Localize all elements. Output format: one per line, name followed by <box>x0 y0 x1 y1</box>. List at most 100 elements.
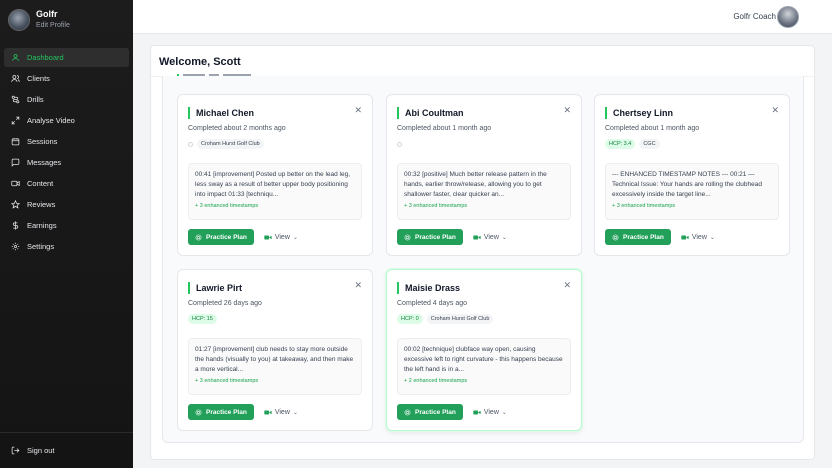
practice-plan-button[interactable]: Practice Plan <box>188 404 254 420</box>
client-name[interactable]: Maisie Drass <box>397 282 460 294</box>
message-icon <box>10 158 20 168</box>
analysis-card[interactable]: Abi Coultman ✕ Completed about 1 month a… <box>386 94 582 256</box>
brand[interactable]: Golfr Edit Profile <box>0 0 133 40</box>
view-label: View <box>274 408 290 416</box>
view-dropdown[interactable]: View ⌄ <box>473 234 507 241</box>
client-name[interactable]: Michael Chen <box>188 107 254 119</box>
view-dropdown[interactable]: View ⌄ <box>264 409 298 416</box>
close-icon[interactable]: ✕ <box>771 105 779 116</box>
target-icon <box>404 409 411 415</box>
client-name[interactable]: Lawrie Pirt <box>188 282 242 294</box>
sidebar-item-analyse-video[interactable]: Analyse Video <box>4 111 129 130</box>
enhanced-timestamps-link[interactable]: + 3 enhanced timestamps <box>404 203 564 209</box>
notes-box[interactable]: 00:32 [positive] Much better release pat… <box>397 163 571 220</box>
notes-text: 00:41 [improvement] Posted up better on … <box>195 171 351 198</box>
video-icon <box>264 410 272 414</box>
close-icon[interactable]: ✕ <box>563 280 571 291</box>
card-actions: Practice Plan View ⌄ <box>188 229 298 245</box>
sidebar-item-label: Dashboard <box>27 53 64 62</box>
card-actions: Practice Plan View ⌄ <box>605 229 715 245</box>
tags-row: HCP: 3.4 CGC <box>605 139 664 149</box>
completed-time: Completed 4 days ago <box>397 300 468 307</box>
completed-time: Completed about 1 month ago <box>397 125 492 132</box>
completed-time: Completed about 2 months ago <box>188 125 286 132</box>
club-badge: Croham Hurst Golf Club <box>197 139 264 149</box>
gear-icon <box>10 242 20 252</box>
view-dropdown[interactable]: View ⌄ <box>264 234 298 241</box>
notes-box[interactable]: 00:02 [technique] clubface way open, cau… <box>397 338 571 395</box>
sidebar-item-label: Reviews <box>27 200 56 209</box>
practice-plan-button[interactable]: Practice Plan <box>397 404 463 420</box>
notes-text: --- ENHANCED TIMESTAMP NOTES --- 00:21 —… <box>612 171 762 198</box>
practice-plan-button[interactable]: Practice Plan <box>605 229 671 245</box>
analysis-card[interactable]: Lawrie Pirt ✕ Completed 26 days ago HCP:… <box>177 269 373 431</box>
analysis-card[interactable]: Michael Chen ✕ Completed about 2 months … <box>177 94 373 256</box>
card-actions: Practice Plan View ⌄ <box>397 404 507 420</box>
practice-plan-label: Practice Plan <box>206 408 247 416</box>
sidebar-item-earnings[interactable]: Earnings <box>4 216 129 235</box>
close-icon[interactable]: ✕ <box>563 105 571 116</box>
practice-plan-button[interactable]: Practice Plan <box>188 229 254 245</box>
empty-tag-indicator <box>397 141 402 147</box>
notes-box[interactable]: --- ENHANCED TIMESTAMP NOTES --- 00:21 —… <box>605 163 779 220</box>
practice-plan-button[interactable]: Practice Plan <box>397 229 463 245</box>
sidebar-item-label: Earnings <box>27 221 57 230</box>
close-icon[interactable]: ✕ <box>354 280 362 291</box>
user-icon <box>10 53 20 63</box>
analysis-card[interactable]: Maisie Drass ✕ Completed 4 days ago HCP:… <box>386 269 582 431</box>
sidebar-item-content[interactable]: Content <box>4 174 129 193</box>
practice-plan-label: Practice Plan <box>415 233 456 241</box>
sidebar-item-label: Sessions <box>27 137 58 146</box>
edit-profile-link[interactable]: Edit Profile <box>36 22 70 30</box>
club-badge: Croham Hurst Golf Club <box>426 314 494 324</box>
tags-row <box>397 139 406 149</box>
sidebar-item-dashboard[interactable]: Dashboard <box>4 48 129 67</box>
calendar-icon <box>10 137 20 147</box>
sidebar-item-label: Messages <box>27 158 62 167</box>
sidebar-item-drills[interactable]: Drills <box>4 90 129 109</box>
profile-avatar[interactable] <box>8 9 30 31</box>
expand-icon <box>10 116 20 126</box>
chevron-down-icon: ⌄ <box>709 234 715 241</box>
target-icon <box>195 234 202 240</box>
target-icon <box>612 234 619 240</box>
view-dropdown[interactable]: View ⌄ <box>473 409 507 416</box>
sidebar-item-reviews[interactable]: Reviews <box>4 195 129 214</box>
sidebar-item-label: Settings <box>27 242 55 251</box>
logout-icon <box>10 446 20 456</box>
notes-box[interactable]: 00:41 [improvement] Posted up better on … <box>188 163 362 220</box>
sidebar-item-sessions[interactable]: Sessions <box>4 132 129 151</box>
club-badge: CGC <box>639 139 660 149</box>
practice-plan-label: Practice Plan <box>415 408 456 416</box>
sidebar-item-label: Content <box>27 179 54 188</box>
view-label: View <box>483 233 499 241</box>
analysis-card[interactable]: Chertsey Linn ✕ Completed about 1 month … <box>594 94 790 256</box>
video-icon <box>10 179 20 189</box>
view-dropdown[interactable]: View ⌄ <box>681 234 715 241</box>
dollar-icon <box>10 221 20 231</box>
sidebar-item-settings[interactable]: Settings <box>4 237 129 256</box>
sidebar-item-messages[interactable]: Messages <box>4 153 129 172</box>
enhanced-timestamps-link[interactable]: + 3 enhanced timestamps <box>195 203 355 209</box>
notes-box[interactable]: 01:27 [improvement] club needs to stay m… <box>188 338 362 395</box>
client-name[interactable]: Abi Coultman <box>397 107 464 119</box>
practice-plan-label: Practice Plan <box>206 233 247 241</box>
empty-tag-indicator <box>188 141 193 147</box>
section-heading-clipped <box>177 74 297 78</box>
card-actions: Practice Plan View ⌄ <box>188 404 298 420</box>
client-name[interactable]: Chertsey Linn <box>605 107 673 119</box>
sidebar-item-clients[interactable]: Clients <box>4 69 129 88</box>
enhanced-timestamps-link[interactable]: + 2 enhanced timestamps <box>404 378 564 384</box>
view-label: View <box>274 233 290 241</box>
close-icon[interactable]: ✕ <box>354 105 362 116</box>
enhanced-timestamps-link[interactable]: + 3 enhanced timestamps <box>195 378 355 384</box>
video-icon <box>681 235 689 239</box>
coach-avatar[interactable] <box>777 6 799 28</box>
sidebar-nav: Dashboard Clients Drills Analyse Video S… <box>0 48 133 256</box>
enhanced-timestamps-link[interactable]: + 3 enhanced timestamps <box>612 203 772 209</box>
tags-row: HCP: 0 Croham Hurst Golf Club <box>397 314 497 324</box>
coach-name[interactable]: Golfr Coach <box>733 12 776 21</box>
hcp-badge: HCP: 3.4 <box>605 139 636 149</box>
sign-out-label: Sign out <box>27 446 55 455</box>
sign-out-button[interactable]: Sign out <box>4 441 129 460</box>
